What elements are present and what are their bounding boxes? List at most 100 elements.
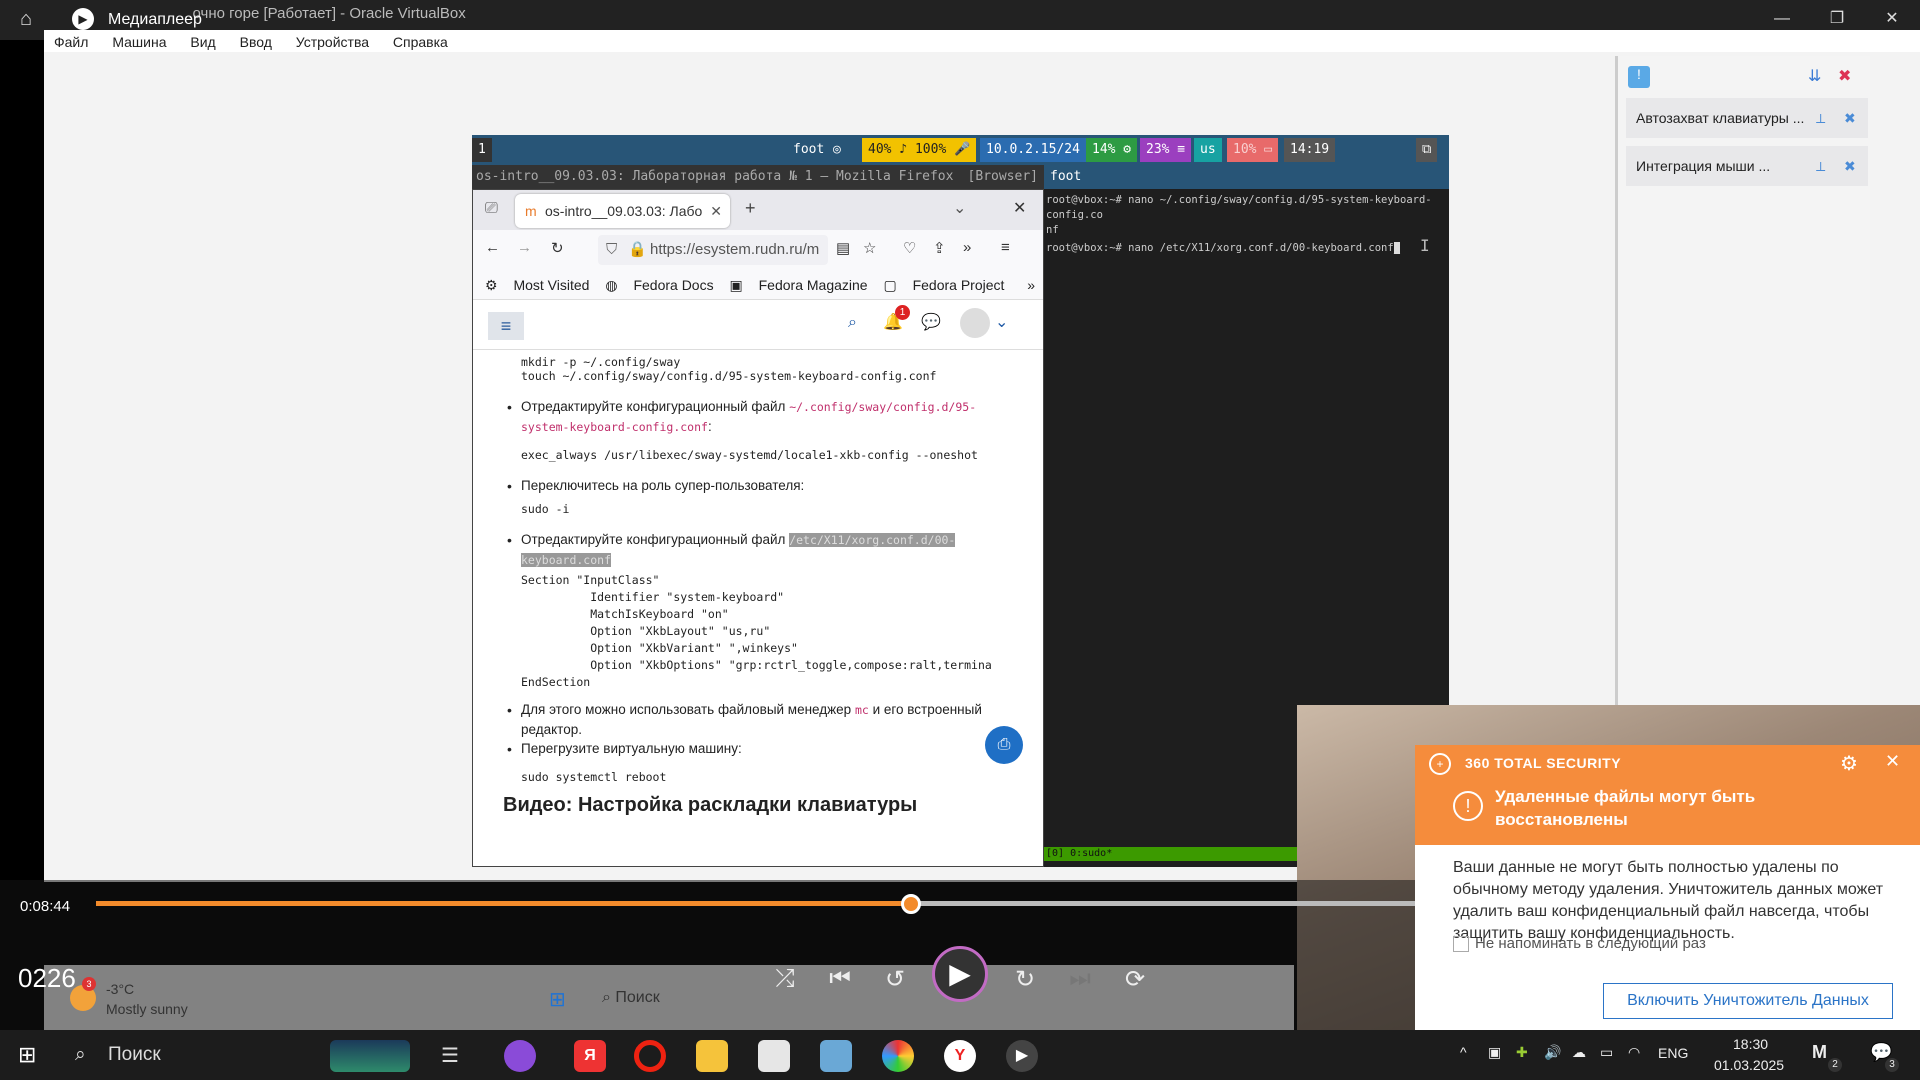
bookmarks-overflow-icon[interactable]: » [1027,270,1035,300]
onedrive-icon[interactable]: ☁ [1572,1044,1586,1061]
cursor: _ [1393,242,1401,254]
search-icon[interactable]: ⌕ [848,314,857,332]
menu-input[interactable]: Ввод [230,32,282,52]
yandex-browser-icon[interactable]: Y [944,1040,976,1072]
clear-all-icon[interactable]: ✖ [1838,66,1851,86]
print-icon[interactable]: ⎙ [985,726,1023,764]
close-icon[interactable]: ✖ [1844,146,1856,186]
language-indicator[interactable]: ENG [1658,1045,1688,1061]
media-player-taskbar-icon[interactable]: ▶ [1006,1040,1038,1072]
tray-app-icon[interactable]: ▣ [1488,1044,1501,1061]
close-icon[interactable]: ✖ [1844,98,1856,138]
eye-icon: ◎ [833,142,841,157]
code-block: sudo systemctl reboot [521,770,667,784]
paint-icon[interactable] [820,1040,852,1072]
vbox-menubar: Файл Машина Вид Ввод Устройства Справка [44,30,1920,52]
bookmark-fedora-magazine[interactable]: ▣ Fedora Magazine [730,277,868,293]
windows-icon[interactable]: ⊞ [549,987,566,1012]
bookmark-most-visited[interactable]: ⚙ Most Visited [485,277,589,293]
clock-time[interactable]: 18:30 [1733,1036,1768,1052]
pocket-icon[interactable]: ♡ [903,239,916,257]
instruction-text: Переключитесь на роль супер-пользователя… [521,478,805,493]
menu-devices[interactable]: Устройства [286,32,379,52]
instruction-text: Отредактируйте конфигурационный файл /et… [521,530,1021,570]
bookmark-fedora-project[interactable]: ▢ Fedora Project [883,277,1004,293]
chrome-icon[interactable] [882,1040,914,1072]
widgets-icon[interactable] [330,1040,410,1072]
close-window-icon[interactable]: ✕ [1013,198,1026,218]
task-view-icon[interactable]: ☰ [434,1040,466,1072]
menu-file[interactable]: Файл [44,32,98,52]
volume-icon[interactable]: 🔊 [1544,1044,1561,1061]
repeat-icon[interactable]: ⟳ [1115,965,1155,994]
more-tools-icon[interactable]: » [963,239,971,256]
menu-view[interactable]: Вид [180,32,225,52]
back-icon[interactable]: ← [485,239,500,256]
bookmark-star-icon[interactable]: ☆ [863,239,876,257]
url-bar[interactable]: ⛉ 🔒 https://esystem.rudn.ru/m [598,235,828,265]
tab-list-icon[interactable]: ⎚ [485,200,498,218]
bullet: • [507,741,512,757]
previous-icon[interactable]: ⏮ [820,965,860,993]
forward-30-icon[interactable]: ↻ [1005,965,1045,994]
hamburger-icon[interactable]: ≡ [488,312,524,340]
gear-icon[interactable]: ⚙ [1840,751,1858,776]
menu-machine[interactable]: Машина [102,32,176,52]
home-icon[interactable]: ⌂ [20,8,32,31]
chat-icon[interactable]: 💬 [921,312,941,332]
tray-icon[interactable]: ⧉ [1416,138,1438,162]
close-tab-icon[interactable]: ✕ [710,194,722,228]
wifi-icon[interactable]: ◠ [1628,1044,1640,1061]
extensions-icon[interactable]: ⇪ [933,239,946,257]
terminal-line: root@vbox:~# nano /etc/X11/xorg.conf.d/0… [1046,238,1447,256]
tray-overflow-icon[interactable]: ^ [1460,1044,1467,1060]
bookmark-fedora-docs[interactable]: ◍ Fedora Docs [605,277,713,293]
reader-icon[interactable]: ▤ [836,239,850,257]
clock-date[interactable]: 01.03.2025 [1714,1057,1784,1073]
enable-shredder-button[interactable]: Включить Уничтожитель Данных [1603,983,1893,1019]
url-text: https://esystem.rudn.ru/m [650,241,820,258]
shuffle-icon[interactable]: ⤮ [765,965,805,993]
chevron-down-icon[interactable]: ⌄ [995,312,1008,332]
app-tray-icon[interactable]: M [1812,1042,1827,1063]
code-block: Section "InputClass" Identifier "system-… [521,573,992,689]
file-explorer-icon[interactable] [696,1040,728,1072]
workspace-button[interactable]: 1 [472,138,492,162]
alice-icon[interactable] [504,1040,536,1072]
chevron-down-icon[interactable]: ⌄ [953,198,966,218]
seek-handle[interactable] [901,894,921,914]
dont-remind-checkbox[interactable]: Не напоминать в следующий раз [1453,935,1706,953]
checkbox-box[interactable] [1453,936,1469,953]
browser-tab[interactable]: m os-intro__09.03.03: Лабо ✕ [515,194,730,228]
notepad-icon[interactable] [758,1040,790,1072]
play-button[interactable]: ▶ [932,946,988,1002]
taskbar-search[interactable]: ⌕ Поиск [63,1032,323,1078]
menu-icon[interactable]: ≡ [1001,239,1010,256]
pin-icon[interactable]: ⟂ [1816,98,1825,138]
network-status: 10.0.2.15/24 ☁ [980,138,1102,162]
notification-keyboard-capture[interactable]: Автозахват клавиатуры ... ⟂ ✖ [1626,98,1868,138]
forward-icon[interactable]: → [517,239,532,256]
new-tab-button[interactable]: + [745,198,756,219]
sort-icon[interactable]: ⇊ [1808,66,1821,86]
security-tray-icon[interactable]: ✚ [1516,1044,1528,1061]
audio-value: 40% [868,142,892,157]
pin-icon[interactable]: ⟂ [1816,146,1825,186]
cpu-status: 14% ⚙ [1086,138,1138,162]
security-header: + 360 TOTAL SECURITY ⚙ ✕ ! Удаленные фай… [1415,745,1920,845]
battery-icon[interactable]: ▭ [1600,1044,1613,1061]
opera-icon[interactable] [634,1040,666,1072]
audio-status: 40% ♪ 100% 🎤 [862,138,977,162]
next-icon[interactable]: ⏭ [1060,965,1100,993]
yandex-icon[interactable]: Я [574,1040,606,1072]
guest-search[interactable]: ⌕ Поиск [602,989,660,1007]
close-icon[interactable]: ✕ [1885,751,1900,772]
notification-mouse-integration[interactable]: Интеграция мыши ... ⟂ ✖ [1626,146,1868,186]
avatar[interactable] [960,308,990,338]
code-block: exec_always /usr/libexec/sway-systemd/lo… [521,448,978,462]
menu-help[interactable]: Справка [383,32,458,52]
instruction-text: Перегрузите виртуальную машину: [521,741,742,756]
start-icon[interactable]: ⊞ [18,1042,36,1068]
rewind-10-icon[interactable]: ↺ [875,965,915,994]
reload-icon[interactable]: ↻ [551,239,564,257]
